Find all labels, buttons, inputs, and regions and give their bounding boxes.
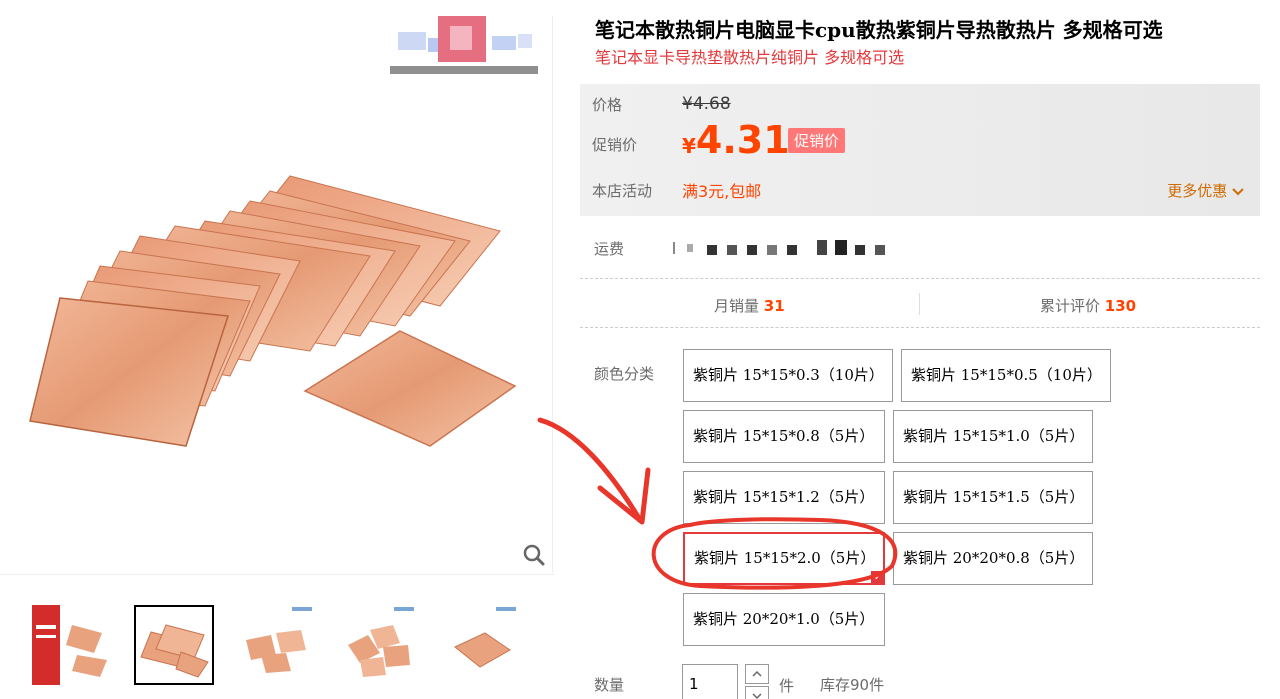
activity-label: 本店活动 bbox=[592, 182, 653, 200]
sku-option[interactable]: 紫铜片 20*20*0.8（5片） bbox=[893, 532, 1093, 585]
sku-option-label: 紫铜片 15*15*2.0（5片） bbox=[694, 549, 876, 567]
reviews-label: 累计评价 bbox=[1040, 297, 1101, 315]
sku-option[interactable]: 紫铜片 15*15*0.5（10片） bbox=[901, 349, 1111, 402]
thumbnail-5[interactable] bbox=[440, 605, 520, 685]
arrow-down-icon bbox=[752, 693, 762, 699]
quantity-input[interactable] bbox=[682, 664, 738, 699]
thumbnail-1[interactable] bbox=[32, 605, 112, 685]
quantity-label: 数量 bbox=[594, 676, 625, 694]
checkmark-icon: ✓ bbox=[871, 571, 885, 585]
monthly-sales-label: 月销量 bbox=[714, 297, 760, 315]
arrow-up-icon bbox=[752, 670, 762, 677]
sku-option[interactable]: 紫铜片 20*20*1.0（5片） bbox=[683, 593, 885, 646]
sku-option[interactable]: 紫铜片 15*15*0.3（10片） bbox=[683, 349, 893, 402]
promo-price: ¥4.31 bbox=[682, 118, 790, 162]
currency-symbol: ¥ bbox=[682, 134, 696, 158]
monthly-sales: 月销量 31 bbox=[714, 295, 785, 316]
thumbnail-3[interactable] bbox=[236, 605, 316, 685]
stock-count: 库存90件 bbox=[820, 676, 885, 694]
promo-badge: 促销价 bbox=[788, 128, 846, 153]
sku-option[interactable]: 紫铜片 15*15*1.0（5片） bbox=[893, 410, 1093, 463]
product-title: 笔记本散热铜片电脑显卡cpu散热紫铜片导热散热片 多规格可选 bbox=[595, 18, 1163, 42]
main-product-image[interactable] bbox=[0, 16, 553, 573]
reviews-value: 130 bbox=[1104, 297, 1137, 315]
price-panel: 价格 ¥4.68 促销价 ¥4.31 促销价 本店活动 满3元,包邮 更多优惠 bbox=[580, 84, 1260, 216]
monthly-sales-value: 31 bbox=[763, 297, 785, 315]
activity-value: 满3元,包邮 bbox=[682, 182, 762, 201]
thumbnail-2-selected[interactable] bbox=[134, 605, 214, 685]
sku-option-selected[interactable]: 紫铜片 15*15*2.0（5片） ✓ bbox=[683, 532, 885, 585]
product-gallery bbox=[0, 0, 555, 699]
promo-price-value: 4.31 bbox=[695, 118, 790, 162]
quantity-decrease-button[interactable] bbox=[745, 686, 769, 699]
shipping-label: 运费 bbox=[594, 240, 625, 258]
shipping-value-redacted bbox=[673, 240, 895, 256]
more-discount-link[interactable]: 更多优惠 bbox=[1167, 180, 1244, 201]
copper-plates-illustration bbox=[29, 175, 517, 447]
thumbnail-strip bbox=[0, 574, 555, 699]
thumbnail-4[interactable] bbox=[338, 605, 418, 685]
shop-logo-blurred bbox=[388, 16, 540, 78]
sku-option[interactable]: 紫铜片 15*15*0.8（5片） bbox=[683, 410, 885, 463]
total-reviews[interactable]: 累计评价 130 bbox=[1040, 295, 1136, 316]
sales-stats: 月销量 31 累计评价 130 bbox=[580, 278, 1260, 328]
sku-option[interactable]: 紫铜片 15*15*1.5（5片） bbox=[893, 471, 1093, 524]
zoom-icon[interactable] bbox=[522, 543, 546, 567]
stats-divider bbox=[919, 293, 920, 315]
product-subtitle: 笔记本显卡导热垫散热片纯铜片 多规格可选 bbox=[595, 48, 905, 67]
chevron-down-icon bbox=[1232, 187, 1244, 195]
sku-label: 颜色分类 bbox=[594, 365, 655, 383]
sku-option[interactable]: 紫铜片 15*15*1.2（5片） bbox=[683, 471, 885, 524]
original-price: ¥4.68 bbox=[682, 94, 731, 114]
quantity-increase-button[interactable] bbox=[745, 664, 769, 684]
quantity-unit: 件 bbox=[779, 677, 795, 695]
price-label: 价格 bbox=[592, 96, 623, 114]
more-discount-label: 更多优惠 bbox=[1167, 182, 1228, 200]
promo-price-label: 促销价 bbox=[592, 136, 638, 154]
